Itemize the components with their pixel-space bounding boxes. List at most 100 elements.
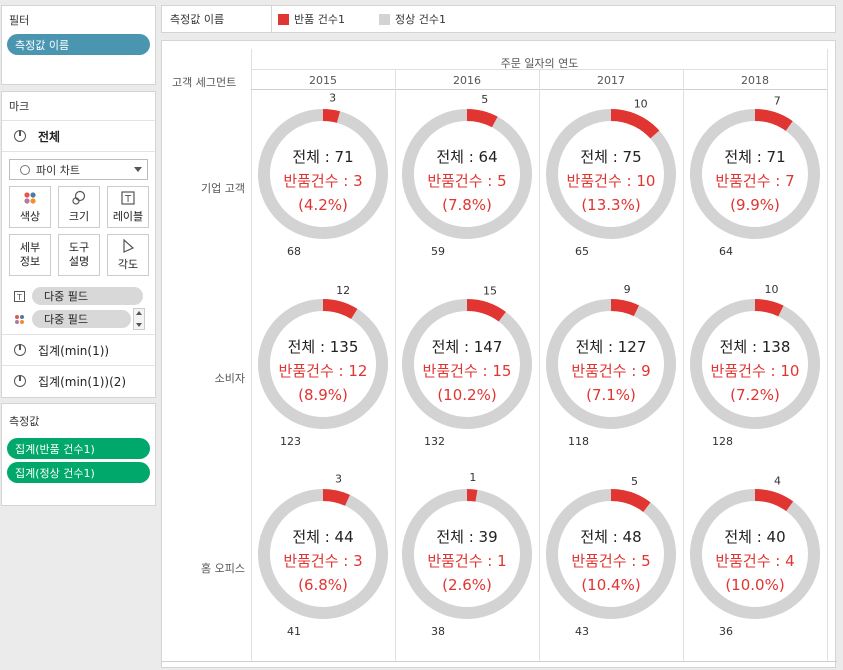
normal-value-label: 68 <box>287 245 301 258</box>
tooltip-button[interactable]: 도구 설명 <box>58 234 100 276</box>
returned-value-label: 1 <box>469 471 476 484</box>
total-label: 전체 : 147 <box>432 338 503 356</box>
total-label: 전체 : 127 <box>576 338 647 356</box>
normal-value-label: 43 <box>575 625 589 638</box>
returned-value-label: 10 <box>634 97 648 110</box>
returned-count-label: 반품건수 : 5 <box>427 172 506 190</box>
marks-agg1-row[interactable]: 집계(min(1)) <box>2 334 155 365</box>
multi-field-label-pill[interactable]: 다중 필드 <box>32 287 143 305</box>
filter-pill-measure-names[interactable]: 측정값 이름 <box>7 34 150 55</box>
pie-slice-returned[interactable] <box>467 109 498 128</box>
returned-count-label: 반품건수 : 7 <box>715 172 794 190</box>
viz-canvas[interactable]: 주문 일자의 연도 고객 세그먼트 2015 2016 2017 2018 기업… <box>161 40 837 669</box>
legend-swatch-normal <box>378 13 390 25</box>
returned-pct-label: (8.9%) <box>298 386 348 404</box>
legend-title: 측정값 이름 <box>162 6 272 32</box>
scroll-down-icon[interactable] <box>136 323 142 327</box>
returned-pct-label: (4.2%) <box>298 196 348 214</box>
normal-value-label: 128 <box>712 435 733 448</box>
normal-value-label: 59 <box>431 245 445 258</box>
size-button[interactable]: 크기 <box>58 186 100 228</box>
multi-field-color-pill[interactable]: 다중 필드 <box>32 310 131 328</box>
returned-count-label: 반품건수 : 4 <box>715 552 794 570</box>
mark-type-select[interactable]: 파이 차트 <box>9 159 148 180</box>
pie-slice-returned[interactable] <box>323 489 351 506</box>
measure-values-card: 측정값 집계(반품 건수1) 집계(정상 건수1) <box>1 403 156 506</box>
pie-slice-returned[interactable] <box>755 489 794 512</box>
marks-all-label: 전체 <box>38 129 61 144</box>
svg-text:T: T <box>124 194 132 205</box>
angle-button-label: 각도 <box>117 258 139 271</box>
pie-slice-returned[interactable] <box>611 109 660 139</box>
total-label: 전체 : 71 <box>724 148 785 166</box>
marks-agg2-label: 집계(min(1))(2) <box>38 374 127 389</box>
tableau-workspace: 필터 측정값 이름 마크 전체 파이 차트 색상 크기 T 레이블 세부 정보 … <box>0 0 843 670</box>
legend-item-returned[interactable]: 반품 건수1 <box>278 11 345 27</box>
pie-slice-returned[interactable] <box>611 299 639 317</box>
returned-value-label: 15 <box>483 285 497 298</box>
normal-value-label: 64 <box>719 245 733 258</box>
marks-agg1-label: 집계(min(1)) <box>38 343 110 358</box>
legend-bar: 측정값 이름 반품 건수1 정상 건수1 <box>161 5 836 33</box>
total-label: 전체 : 39 <box>436 528 497 546</box>
returned-value-label: 4 <box>774 475 781 488</box>
measure-pill-returned[interactable]: 집계(반품 건수1) <box>7 438 150 459</box>
marks-all-row[interactable]: 전체 <box>2 120 155 151</box>
returned-value-label: 10 <box>764 283 778 296</box>
returned-count-label: 반품건수 : 3 <box>283 552 362 570</box>
returned-pct-label: (2.6%) <box>442 576 492 594</box>
pie-slice-returned[interactable] <box>323 299 358 320</box>
field-scroll[interactable] <box>133 308 145 330</box>
pie-slice-returned[interactable] <box>611 489 651 512</box>
returned-value-label: 12 <box>336 284 350 297</box>
pie-icon <box>14 375 26 387</box>
donut-grid[interactable]: 368전체 : 71반품건수 : 3(4.2%)559전체 : 64반품건수 :… <box>162 41 837 669</box>
returned-count-label: 반품건수 : 10 <box>567 172 656 190</box>
normal-value-label: 41 <box>287 625 301 638</box>
total-label: 전체 : 75 <box>580 148 641 166</box>
returned-count-label: 반품건수 : 10 <box>711 362 800 380</box>
returned-value-label: 5 <box>631 475 638 488</box>
legend-label-returned: 반품 건수1 <box>294 13 345 26</box>
returned-pct-label: (7.2%) <box>730 386 780 404</box>
measure-pill-normal[interactable]: 집계(정상 건수1) <box>7 462 150 483</box>
size-button-label: 크기 <box>68 210 90 223</box>
total-label: 전체 : 135 <box>288 338 359 356</box>
color-button[interactable]: 색상 <box>9 186 51 228</box>
multi-field-color-row[interactable]: 다중 필드 <box>2 308 155 330</box>
returned-count-label: 반품건수 : 12 <box>279 362 368 380</box>
total-label: 전체 : 40 <box>724 528 785 546</box>
scroll-up-icon[interactable] <box>136 311 142 315</box>
total-label: 전체 : 48 <box>580 528 641 546</box>
marks-agg2-row[interactable]: 집계(min(1))(2) <box>2 365 155 396</box>
returned-pct-label: (9.9%) <box>730 196 780 214</box>
legend-item-normal[interactable]: 정상 건수1 <box>378 11 446 27</box>
total-label: 전체 : 44 <box>292 528 353 546</box>
legend-swatch-returned <box>278 13 289 25</box>
detail-button-label: 세부 정보 <box>19 241 41 268</box>
returned-value-label: 3 <box>335 473 342 486</box>
pie-slice-returned[interactable] <box>467 299 506 322</box>
angle-button[interactable]: 각도 <box>107 234 149 276</box>
returned-pct-label: (6.8%) <box>298 576 348 594</box>
color-button-label: 색상 <box>19 210 41 223</box>
detail-button[interactable]: 세부 정보 <box>9 234 51 276</box>
multi-field-label-row[interactable]: T 다중 필드 <box>2 285 155 307</box>
returned-pct-label: (10.2%) <box>437 386 496 404</box>
pie-icon <box>14 344 26 356</box>
chevron-down-icon <box>134 167 142 172</box>
color-dots-icon <box>23 190 37 206</box>
label-button[interactable]: T 레이블 <box>107 186 149 228</box>
legend-label-normal: 정상 건수1 <box>394 13 446 26</box>
pie-slice-returned[interactable] <box>755 109 793 131</box>
returned-count-label: 반품건수 : 9 <box>571 362 650 380</box>
pie-slice-returned[interactable] <box>755 299 784 317</box>
returned-pct-label: (7.1%) <box>586 386 636 404</box>
marks-card: 마크 전체 파이 차트 색상 크기 T 레이블 세부 정보 도구 설명 각도 T… <box>1 91 156 398</box>
returned-value-label: 3 <box>329 92 336 105</box>
svg-text:T: T <box>16 293 22 302</box>
normal-value-label: 65 <box>575 245 589 258</box>
returned-count-label: 반품건수 : 15 <box>423 362 512 380</box>
label-button-label: 레이블 <box>112 210 144 223</box>
angle-icon <box>121 238 135 254</box>
